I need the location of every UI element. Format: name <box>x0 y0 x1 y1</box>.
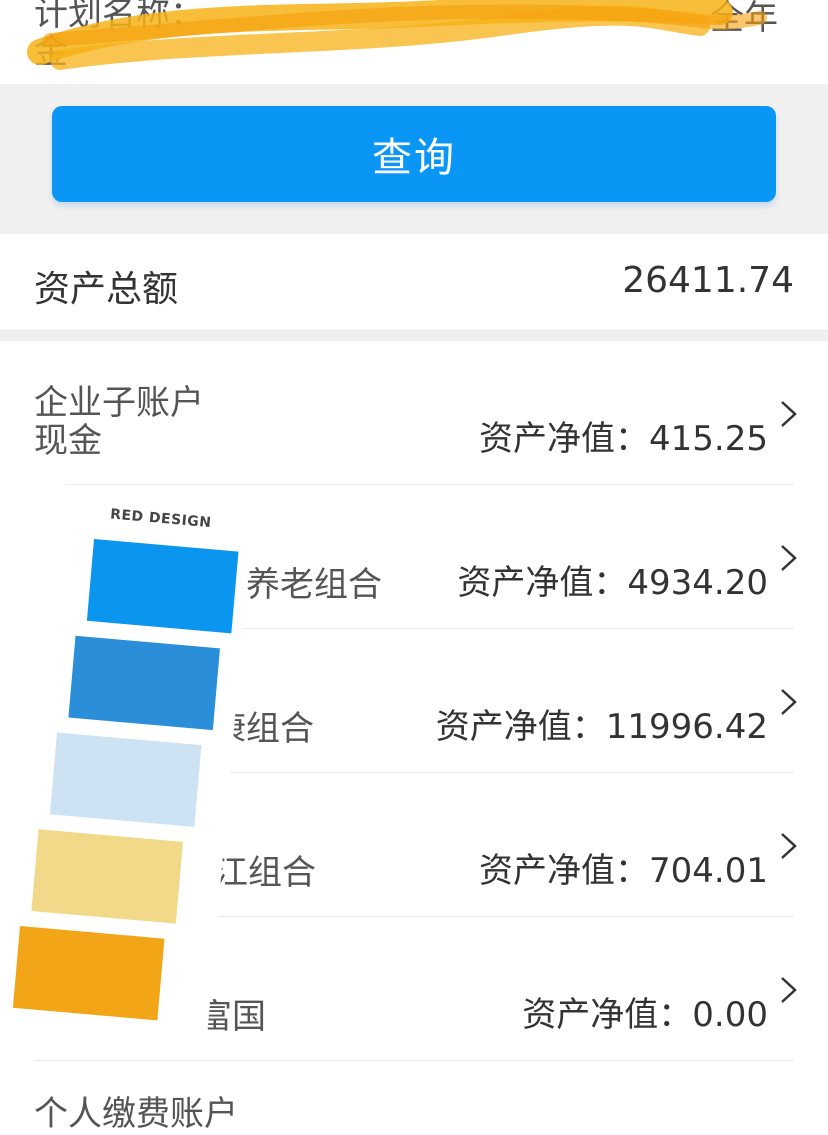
redaction-scribble <box>27 0 767 70</box>
swatch-bright-blue <box>86 539 239 634</box>
net-asset-amount: 415.25 <box>649 419 768 459</box>
swatch-title: RED DESIGN <box>109 506 213 532</box>
net-asset-label: 资产净值： <box>522 995 693 1035</box>
chevron-right-icon <box>781 833 797 859</box>
row-divider <box>34 1060 794 1061</box>
personal-account-row-partial[interactable]: 个人缴费账户 <box>34 1086 238 1135</box>
section-gap <box>0 331 828 341</box>
swatch-pale-blue <box>49 732 202 827</box>
swatch-orange <box>12 926 165 1021</box>
net-asset-amount: 0.00 <box>692 995 768 1035</box>
account-row[interactable]: 企业子账户 现金 资产净值：415.25 <box>0 341 828 485</box>
net-asset-label: 资产净值： <box>479 851 650 891</box>
query-section: 查询 <box>0 84 828 234</box>
net-asset-label: 资产净值： <box>435 707 606 747</box>
net-asset-amount: 4934.20 <box>627 563 768 603</box>
net-asset-value: 资产净值：0.00 <box>522 987 768 1036</box>
net-asset-value: 资产净值：415.25 <box>479 411 768 460</box>
net-asset-label: 资产净值： <box>479 419 650 459</box>
net-asset-value: 资产净值：11996.42 <box>436 699 768 748</box>
net-asset-label: 资产净值： <box>457 563 628 603</box>
net-asset-value: 资产净值：704.01 <box>479 843 768 892</box>
net-asset-value: 资产净值：4934.20 <box>457 555 768 604</box>
query-button[interactable]: 查询 <box>52 106 776 202</box>
swatch-medium-blue <box>68 635 220 731</box>
chevron-right-icon <box>781 545 797 571</box>
chevron-right-icon <box>781 401 797 427</box>
chevron-right-icon <box>781 689 797 715</box>
chevron-right-icon <box>781 977 797 1003</box>
total-assets-label: 资产总额 <box>34 269 179 310</box>
account-name-line2: 现金 <box>34 421 102 461</box>
total-assets-value: 26411.74 <box>622 260 794 301</box>
swatch-light-yellow <box>31 829 183 924</box>
plan-name-row[interactable]: 计划名称： 金 全年 <box>0 0 828 84</box>
total-assets-row: 资产总额 26411.74 <box>0 234 828 331</box>
account-name-suffix: 养老组合 <box>246 565 382 605</box>
net-asset-amount: 11996.42 <box>605 707 768 747</box>
net-asset-amount: 704.01 <box>649 851 768 891</box>
